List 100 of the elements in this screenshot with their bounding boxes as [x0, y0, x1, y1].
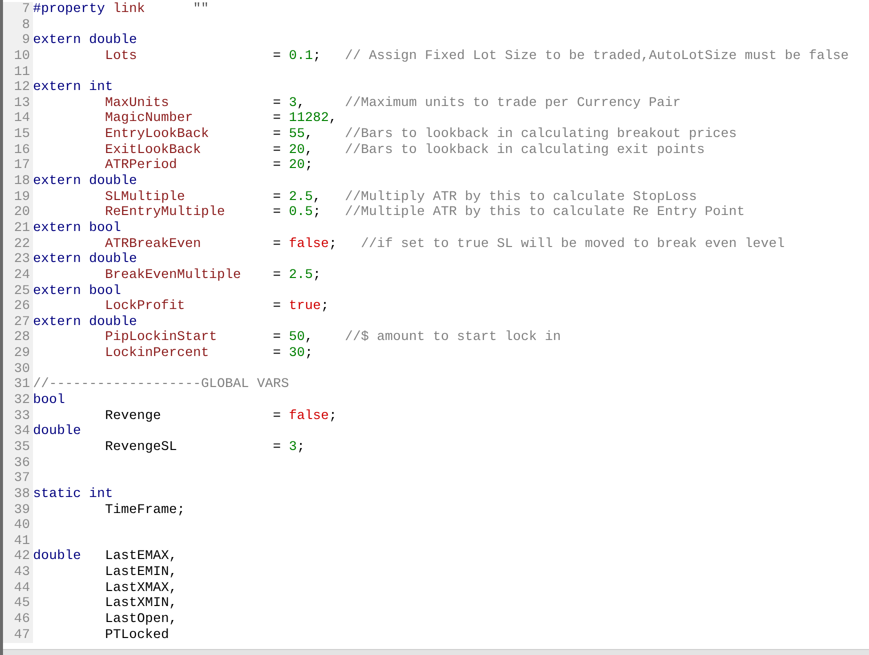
code-comment: //if set to true SL will be moved to break even level	[360, 236, 785, 252]
code-keyword: extern double	[33, 314, 137, 330]
line-number: 9	[3, 33, 33, 49]
code-value: 30	[288, 346, 305, 362]
code-identifier: MagicNumber	[104, 111, 193, 126]
line-number: 46	[3, 612, 33, 628]
code-operator: =	[272, 408, 281, 424]
code-comment: // Assign Fixed Lot Size to be traded,AutoLotSize must be false	[344, 48, 849, 65]
code-identifier: MaxUnits	[104, 96, 169, 111]
line-number: 18	[3, 174, 33, 190]
code-value: 20	[288, 142, 305, 158]
line-number: 32	[3, 393, 33, 409]
code-comment: //$ amount to start lock in	[344, 330, 561, 346]
line-number: 17	[3, 158, 33, 174]
line-number: 22	[3, 236, 33, 252]
code-identifier: ReEntryMultiple	[104, 205, 225, 220]
code-identifier: ATRBreakEven	[104, 236, 201, 252]
line-number: 42	[3, 549, 33, 566]
code-editor[interactable]	[0, 0, 869, 655]
code-value: 2.5	[288, 268, 313, 283]
code-operator: =	[272, 158, 281, 174]
code-punctuation: ;	[312, 268, 321, 283]
code-punctuation: ;	[312, 205, 321, 220]
line-number: 23	[3, 252, 33, 268]
code-operator: =	[272, 96, 281, 112]
line-number: 7	[3, 2, 33, 18]
code-identifier: Revenge	[104, 408, 161, 424]
code-identifier: LockinPercent	[104, 346, 209, 362]
line-number: 41	[3, 534, 33, 550]
line-number: 44	[3, 580, 33, 596]
code-identifier: Lots	[104, 48, 137, 64]
line-number: 8	[3, 18, 33, 34]
line-number: 33	[3, 408, 33, 424]
code-operator: =	[272, 127, 281, 143]
line-number: 36	[3, 456, 33, 472]
code-value: 3	[288, 96, 297, 111]
code-comment: //Bars to lookback in calculating exit points	[344, 142, 705, 158]
code-operator: =	[272, 299, 281, 315]
code-directive: #property	[33, 2, 105, 18]
line-number: 39	[3, 502, 33, 518]
code-value: 3	[288, 440, 297, 455]
code-keyword: extern double	[33, 33, 137, 48]
line-number: 29	[3, 346, 33, 362]
line-number: 37	[3, 471, 33, 487]
code-value: 50	[288, 330, 305, 346]
line-number: 27	[3, 314, 33, 330]
line-number: 12	[3, 80, 33, 96]
code-punctuation: ,	[304, 127, 313, 142]
code-identifier: LastOpen,	[104, 612, 177, 628]
code-keyword: double	[33, 424, 81, 440]
code-punctuation: ,	[304, 330, 313, 346]
code-punctuation: ;	[304, 346, 313, 362]
line-number: 11	[3, 64, 33, 80]
code-value: 0.1	[288, 48, 313, 64]
code-operator: =	[272, 346, 281, 362]
line-number: 40	[3, 518, 33, 534]
code-punctuation: ;	[304, 158, 313, 174]
line-number: 13	[3, 96, 33, 112]
line-number: 28	[3, 330, 33, 346]
code-punctuation: ;	[312, 48, 321, 64]
code-keyword: extern bool	[33, 220, 121, 236]
code-operator: =	[272, 190, 281, 206]
code-operator: =	[272, 236, 281, 252]
code-value: 0.5	[288, 205, 313, 220]
code-punctuation: ,	[328, 111, 337, 126]
code-comment: //Multiply ATR by this to calculate StopLoss	[344, 190, 697, 205]
code-value: 55	[288, 127, 305, 142]
code-value: false	[288, 236, 329, 252]
code-identifier: LastXMAX,	[104, 580, 177, 596]
code-identifier: PTLocked	[104, 628, 169, 644]
line-number: 34	[3, 424, 33, 440]
code-comment: //Maximum units to trade per Currency Pair	[344, 96, 681, 112]
code-value: false	[288, 408, 329, 424]
code-identifier: LastEMIN,	[104, 565, 177, 581]
code-punctuation: ;	[320, 299, 329, 314]
line-number: 26	[3, 299, 33, 315]
code-identifier: LockProfit	[104, 299, 185, 314]
code-keyword: extern int	[33, 80, 113, 96]
code-identifier: BreakEvenMultiple	[104, 268, 241, 283]
code-value: true	[288, 299, 321, 314]
code-punctuation: ;	[296, 440, 305, 455]
horizontal-scrollbar[interactable]	[3, 649, 869, 655]
code-operator: =	[272, 268, 281, 284]
line-number: 10	[3, 48, 33, 65]
code-punctuation: ;	[328, 408, 337, 424]
code-keyword: extern bool	[33, 284, 121, 299]
line-number: 21	[3, 220, 33, 237]
code-identifier: ATRPeriod	[104, 158, 177, 174]
code-comment: //Bars to lookback in calculating breakout prices	[344, 127, 737, 143]
line-number: 47	[3, 628, 33, 644]
code-identifier: link	[112, 2, 146, 18]
code-keyword: static int	[33, 486, 113, 502]
code-identifier: ExitLookBack	[104, 142, 201, 158]
code-keyword: extern double	[33, 174, 137, 190]
code-operator: =	[272, 48, 281, 65]
line-number: 30	[3, 362, 33, 378]
code-punctuation: ;	[328, 236, 337, 252]
line-number: 25	[3, 284, 33, 300]
code-identifier: LastEMAX,	[104, 549, 177, 566]
code-keyword: double	[33, 549, 81, 564]
